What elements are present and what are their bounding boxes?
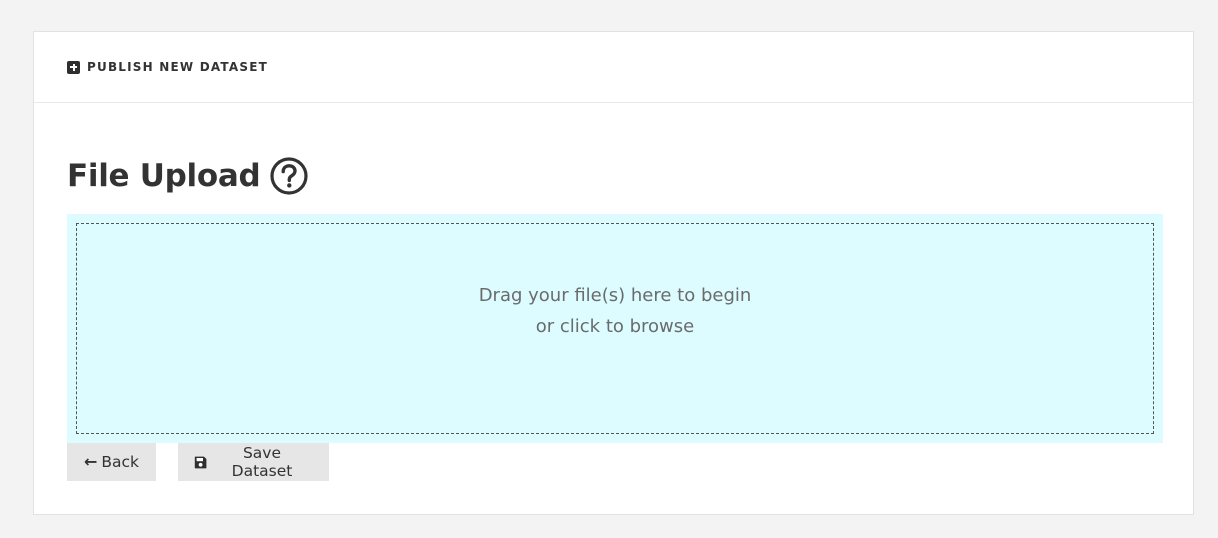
card-header-title: PUBLISH NEW DATASET (87, 60, 268, 74)
floppy-disk-icon (194, 456, 207, 468)
dropzone-secondary-text: or click to browse (535, 316, 695, 337)
plus-square-icon (67, 60, 80, 74)
save-dataset-button[interactable]: Save Dataset (178, 443, 329, 481)
back-button-label: Back (101, 453, 140, 471)
back-button[interactable]: ← Back (67, 443, 156, 481)
action-buttons: ← Back Save Dataset (67, 443, 329, 481)
page-title-row: File Upload (67, 154, 309, 198)
page-title: File Upload (67, 158, 261, 194)
publish-dataset-card: PUBLISH NEW DATASET File Upload Drag you… (33, 31, 1194, 515)
save-dataset-button-label: Save Dataset (231, 444, 293, 480)
question-circle-icon[interactable] (269, 156, 309, 196)
card-header: PUBLISH NEW DATASET (34, 32, 1193, 103)
arrow-left-icon: ← (84, 452, 98, 471)
dropzone-primary-text: Drag your file(s) here to begin (478, 285, 752, 306)
file-dropzone[interactable]: Drag your file(s) here to begin or click… (67, 214, 1163, 443)
file-dropzone-border[interactable]: Drag your file(s) here to begin or click… (76, 223, 1154, 434)
